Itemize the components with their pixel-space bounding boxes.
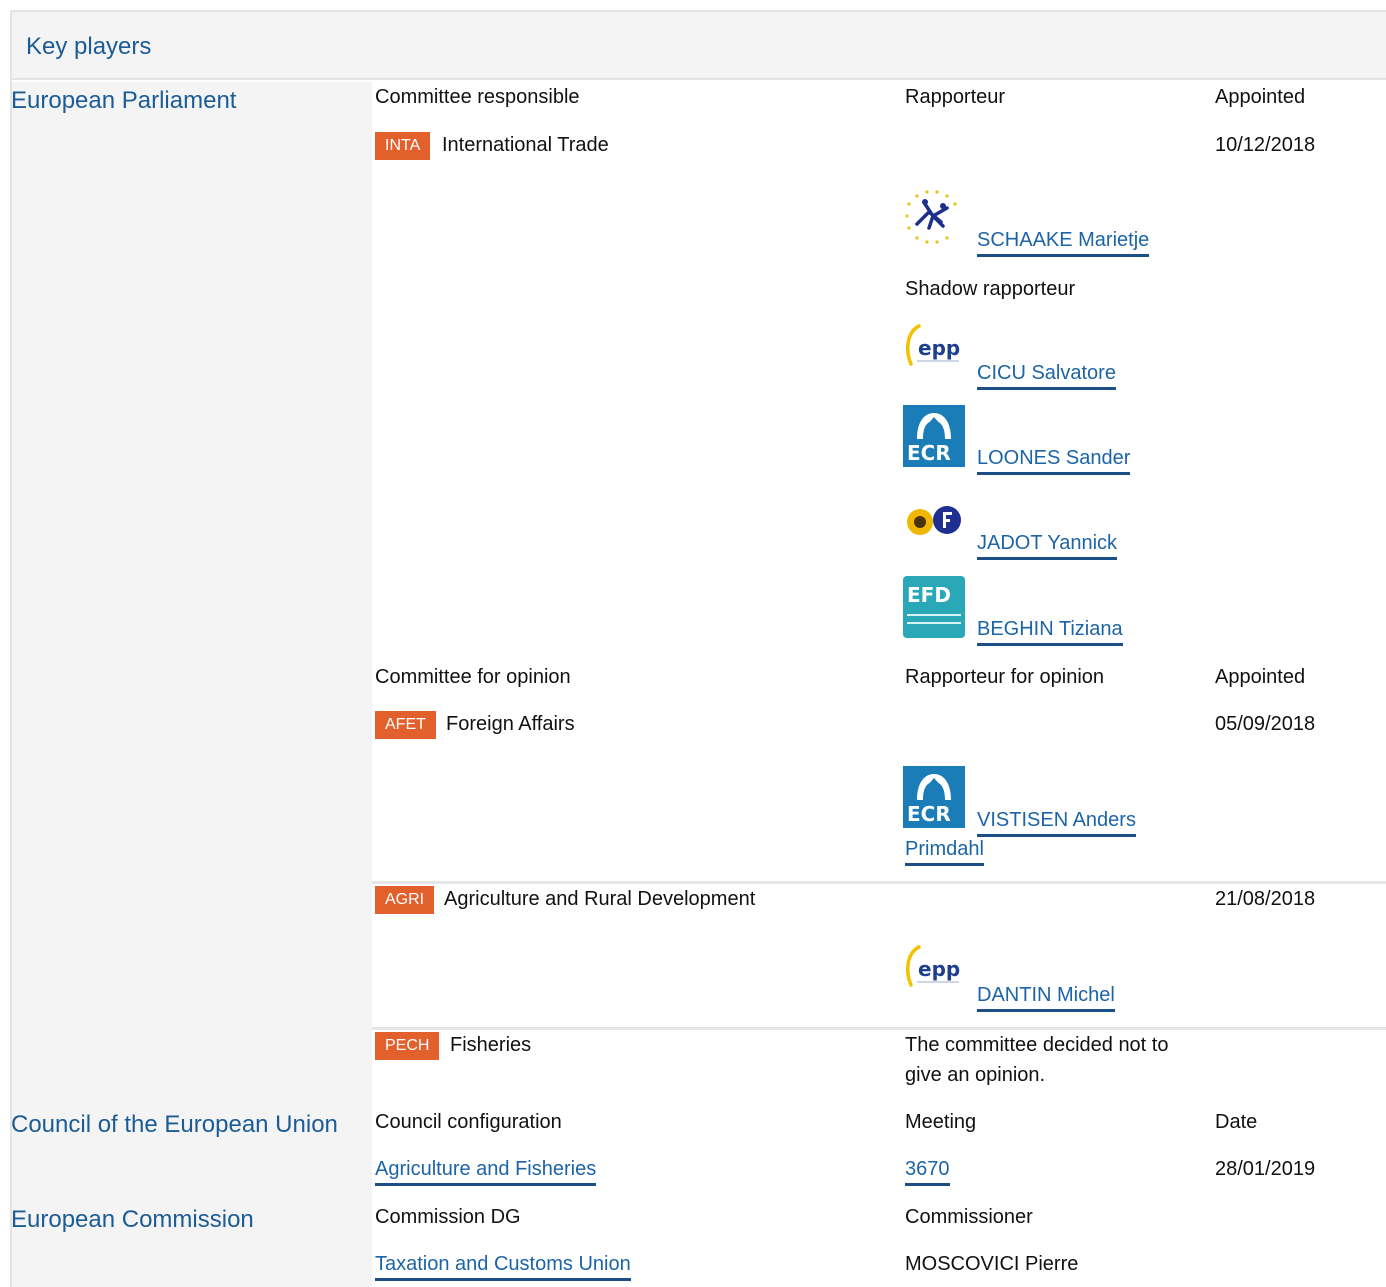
- section-title: Key players: [26, 33, 152, 60]
- header-date: Date: [1215, 1111, 1258, 1133]
- rapporteur-link-schaake[interactable]: SCHAAKE Marietje: [977, 229, 1150, 257]
- svg-text:epp: epp: [918, 336, 960, 360]
- header-commission-dg: Commission DG: [375, 1206, 521, 1228]
- left-column: [12, 82, 372, 1287]
- committee-name-afet: Foreign Affairs: [446, 713, 575, 735]
- svg-text:ECR: ECR: [907, 441, 951, 465]
- label-commission: European Commission: [11, 1206, 254, 1233]
- header-rapporteur-opinion: Rapporteur for opinion: [905, 666, 1105, 688]
- key-players-header: Key players: [12, 12, 1386, 80]
- opinion-rapporteur-link-vistisen-line2[interactable]: Primdahl: [905, 838, 984, 866]
- svg-text:epp: epp: [918, 957, 960, 981]
- commission-dg-link[interactable]: Taxation and Customs Union: [375, 1253, 631, 1281]
- opinion-rapporteur-link-dantin[interactable]: DANTIN Michel: [977, 984, 1115, 1012]
- commissioner-name: MOSCOVICI Pierre: [905, 1253, 1079, 1275]
- appointed-date-afet: 05/09/2018: [1215, 713, 1316, 735]
- header-appointed: Appointed: [1215, 86, 1306, 108]
- header-commissioner: Commissioner: [905, 1206, 1033, 1228]
- efdd-logo-icon: EFD: [903, 576, 965, 638]
- council-meeting-link[interactable]: 3670: [905, 1158, 950, 1186]
- epp-logo-icon: epp: [903, 943, 965, 1005]
- committee-badge-inta: INTA: [375, 132, 431, 160]
- shadow-link-cicu[interactable]: CICU Salvatore: [977, 362, 1116, 390]
- pech-no-opinion-note-line2: give an opinion.: [905, 1064, 1046, 1086]
- ecr-logo-icon: ECR: [903, 766, 965, 828]
- header-committee-responsible: Committee responsible: [375, 86, 580, 108]
- council-configuration-link[interactable]: Agriculture and Fisheries: [375, 1158, 597, 1186]
- shadow-link-beghin[interactable]: BEGHIN Tiziana: [977, 618, 1123, 646]
- shadow-link-jadot[interactable]: JADOT Yannick: [977, 532, 1118, 560]
- council-date: 28/01/2019: [1215, 1158, 1316, 1180]
- header-committee-opinion: Committee for opinion: [375, 666, 571, 688]
- alde-logo-icon: [903, 188, 965, 250]
- committee-name-pech: Fisheries: [450, 1034, 532, 1056]
- committee-badge-pech: PECH: [375, 1032, 440, 1060]
- epp-logo-icon: epp: [903, 322, 965, 384]
- header-meeting: Meeting: [905, 1111, 977, 1133]
- row-separator: [372, 1027, 1386, 1030]
- pech-no-opinion-note: The committee decided not to: [905, 1034, 1169, 1056]
- ecr-logo-icon: ECR: [903, 405, 965, 467]
- svg-text:ECR: ECR: [907, 802, 951, 826]
- header-rapporteur: Rapporteur: [905, 86, 1006, 108]
- appointed-date-inta: 10/12/2018: [1215, 134, 1316, 156]
- opinion-rapporteur-link-vistisen[interactable]: VISTISEN Anders: [977, 809, 1136, 837]
- label-european-parliament: European Parliament: [11, 87, 237, 114]
- svg-text:EFD: EFD: [907, 583, 951, 607]
- committee-badge-afet: AFET: [375, 711, 436, 739]
- greens-efa-logo-icon: [903, 492, 965, 554]
- appointed-date-agri: 21/08/2018: [1215, 888, 1316, 910]
- committee-name-agri: Agriculture and Rural Development: [444, 888, 756, 910]
- shadow-rapporteur-label: Shadow rapporteur: [905, 278, 1076, 300]
- committee-name-inta: International Trade: [442, 134, 609, 156]
- header-council-configuration: Council configuration: [375, 1111, 562, 1133]
- row-separator: [372, 881, 1386, 884]
- committee-badge-agri: AGRI: [375, 886, 435, 914]
- header-appointed-opinion: Appointed: [1215, 666, 1306, 688]
- label-council: Council of the European Union: [11, 1111, 338, 1138]
- shadow-link-loones[interactable]: LOONES Sander: [977, 447, 1131, 475]
